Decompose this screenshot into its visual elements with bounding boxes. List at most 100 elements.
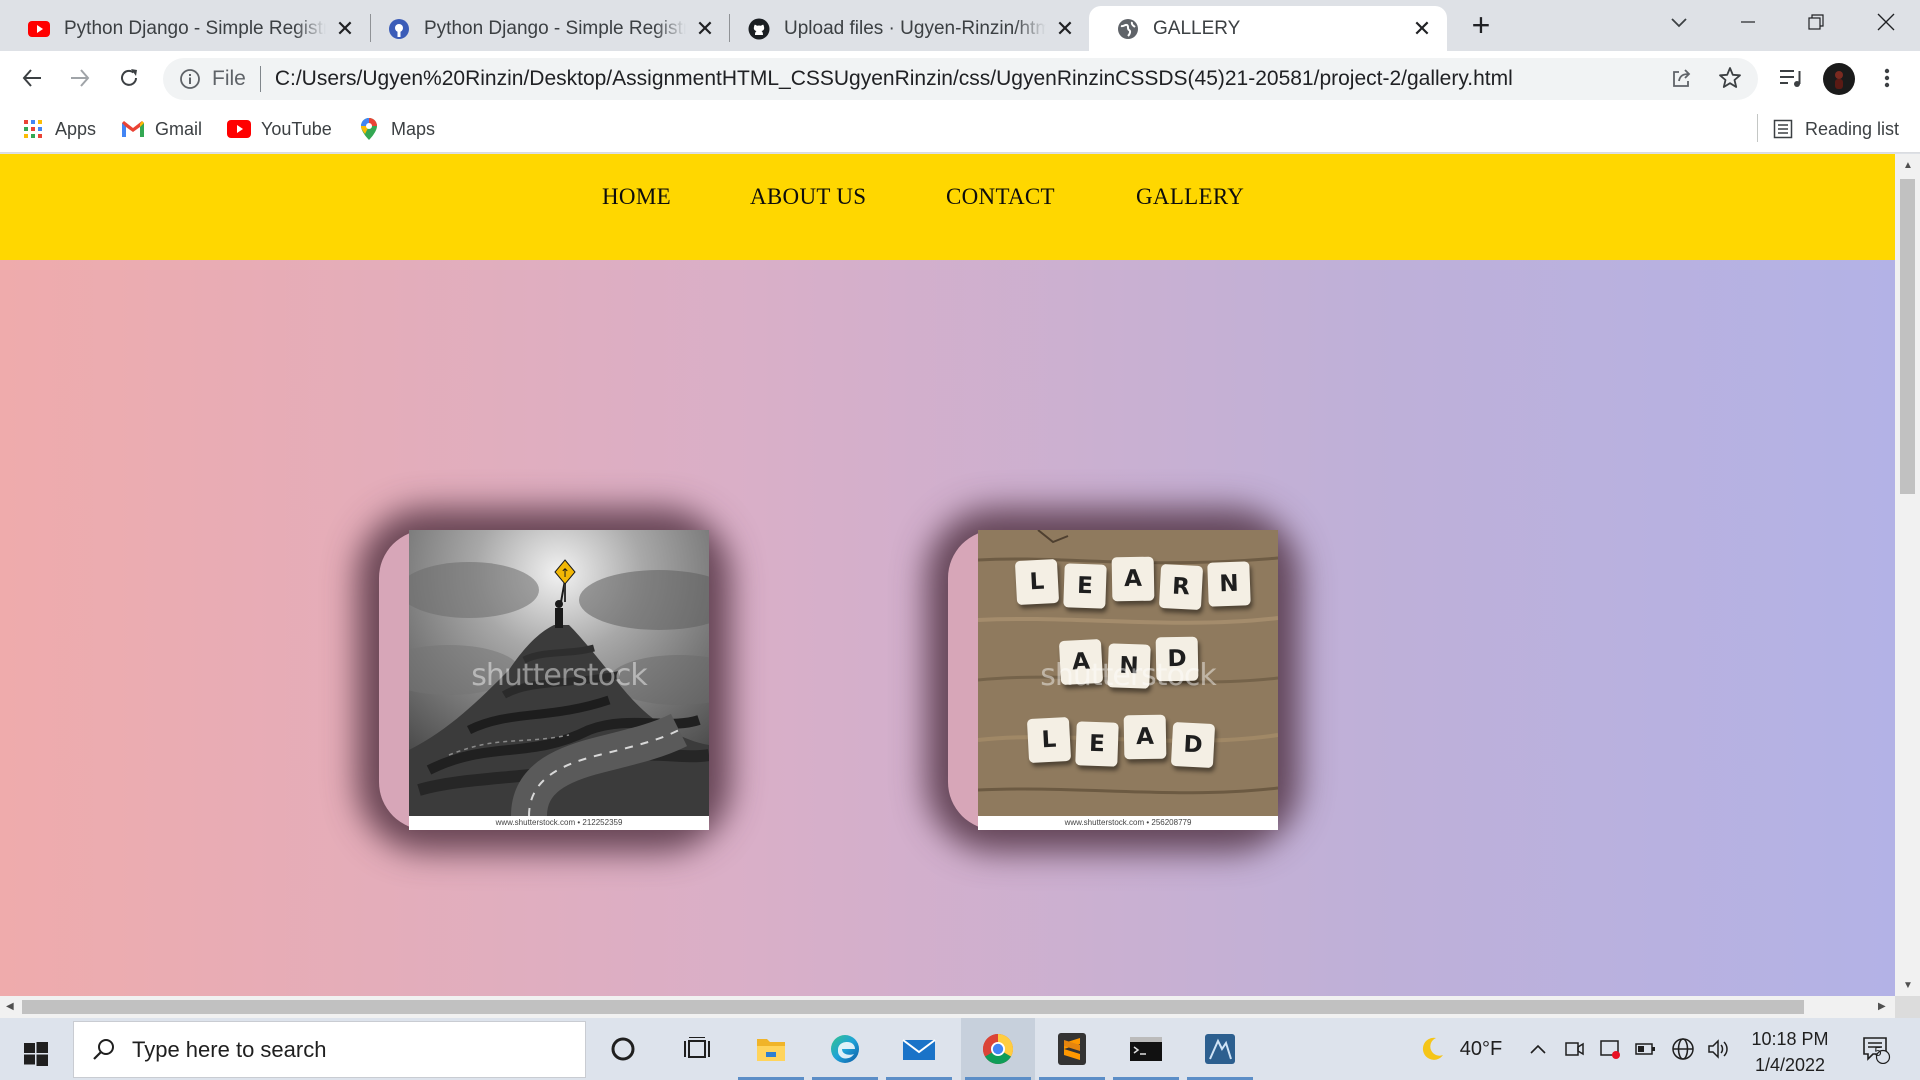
meet-now-icon[interactable]: [1560, 1018, 1588, 1080]
weather-temp[interactable]: 40°F: [1452, 1018, 1510, 1080]
notification-center-icon[interactable]: 5: [1856, 1018, 1896, 1080]
bookmark-gmail[interactable]: Gmail: [121, 115, 202, 143]
image-caption: www.shutterstock.com • 212252359: [409, 816, 709, 830]
bookmark-star-icon[interactable]: [1715, 63, 1745, 93]
watermark-text: shutterstock: [471, 658, 648, 693]
more-menu-icon[interactable]: [1872, 63, 1902, 93]
address-url[interactable]: C:/Users/Ugyen%20Rinzin/Desktop/Assignme…: [275, 67, 1513, 91]
close-tab-icon[interactable]: ✕: [694, 16, 716, 41]
media-controls-icon[interactable]: [1775, 63, 1805, 93]
letter-tile: A: [1111, 556, 1155, 602]
tab-title: Python Django - Simple Registrat: [64, 17, 326, 39]
nav-contact-link[interactable]: CONTACT: [946, 184, 1055, 210]
bookmarks-bar: Apps Gmail YouTube Maps Reading list: [0, 105, 1920, 153]
close-tab-icon[interactable]: ✕: [1054, 16, 1076, 41]
scroll-right-arrow-icon[interactable]: ▶: [1878, 1001, 1886, 1012]
github-icon: [748, 18, 770, 40]
taskbar-clock[interactable]: 10:18 PM 1/4/2022: [1735, 1026, 1845, 1078]
profile-avatar[interactable]: [1823, 63, 1855, 95]
watermark-text: shutterstock: [1040, 658, 1217, 693]
image-caption: www.shutterstock.com • 256208779: [978, 816, 1278, 830]
reading-list-label: Reading list: [1805, 118, 1900, 139]
volume-icon[interactable]: [1704, 1018, 1734, 1080]
apps-grid-icon: [21, 117, 45, 141]
nav-about-link[interactable]: ABOUT US: [750, 184, 866, 210]
bookmark-label: YouTube: [261, 118, 332, 139]
taskbar-search-box[interactable]: Type here to search: [73, 1021, 586, 1078]
terminal-icon[interactable]: [1109, 1018, 1183, 1080]
scrollbar-corner: [1895, 996, 1920, 1018]
gallery-image-2[interactable]: LEARNANDLEAD shutterstock www.shuttersto…: [978, 530, 1278, 830]
site-navbar: HOME ABOUT US CONTACT GALLERY: [0, 154, 1895, 260]
vertical-scrollbar[interactable]: ▲ ▼: [1895, 154, 1920, 996]
letter-tile: N: [1207, 561, 1251, 607]
letter-tile: R: [1158, 563, 1204, 611]
gallery-image-1[interactable]: ↑ shutterstock www.shutterstock.com • 21…: [409, 530, 709, 830]
bookmark-label: Maps: [391, 118, 436, 139]
address-divider: [259, 66, 261, 92]
close-window-button[interactable]: [1864, 6, 1908, 38]
new-tab-button[interactable]: +: [1465, 9, 1497, 42]
share-icon[interactable]: [1667, 63, 1697, 93]
back-button[interactable]: [15, 61, 49, 95]
gmail-icon: [121, 117, 145, 141]
task-view-icon[interactable]: [660, 1018, 734, 1080]
close-tab-icon[interactable]: ✕: [334, 16, 356, 41]
tab-2[interactable]: Python Django - Simple Registrat ✕: [360, 6, 730, 51]
bookmark-apps[interactable]: Apps: [21, 115, 96, 143]
tab-title: GALLERY: [1153, 17, 1241, 39]
notification-count-badge: 5: [1874, 1044, 1882, 1059]
language-globe-icon[interactable]: [1668, 1018, 1698, 1080]
tab-3[interactable]: Upload files · Ugyen-Rinzin/html_ ✕: [720, 6, 1090, 51]
windows-taskbar: Type here to search 40°F 10:18 PM 1/4/20…: [0, 1018, 1920, 1080]
chevron-up-icon[interactable]: [1524, 1018, 1552, 1080]
reload-button[interactable]: [112, 61, 146, 95]
mail-icon[interactable]: [882, 1018, 956, 1080]
cortana-icon[interactable]: [586, 1018, 660, 1080]
youtube-icon: [227, 117, 251, 141]
scroll-up-arrow-icon[interactable]: ▲: [1903, 160, 1913, 171]
sublime-text-icon[interactable]: [1035, 1018, 1109, 1080]
close-tab-icon[interactable]: ✕: [1411, 16, 1433, 41]
maps-pin-icon: [357, 117, 381, 141]
letter-tile: E: [1075, 721, 1119, 767]
reading-list-button[interactable]: Reading list: [1771, 115, 1899, 143]
chrome-icon[interactable]: [961, 1018, 1035, 1080]
edge-icon[interactable]: [808, 1018, 882, 1080]
scroll-down-arrow-icon[interactable]: ▼: [1903, 980, 1913, 991]
letter-tile: E: [1063, 563, 1107, 609]
app-icon[interactable]: [1183, 1018, 1257, 1080]
nav-home-link[interactable]: HOME: [602, 184, 671, 210]
gallery-card-1[interactable]: ↑ shutterstock www.shutterstock.com • 21…: [379, 530, 709, 830]
horizontal-scrollbar[interactable]: ◀ ▶: [0, 996, 1895, 1018]
gallery-card-2[interactable]: LEARNANDLEAD shutterstock www.shuttersto…: [948, 530, 1278, 830]
address-bar[interactable]: File C:/Users/Ugyen%20Rinzin/Desktop/Ass…: [163, 58, 1758, 100]
bookmarks-separator: [1757, 114, 1758, 142]
bookmark-label: Gmail: [155, 118, 203, 139]
tab-title: Python Django - Simple Registrat: [424, 17, 686, 39]
horizontal-scroll-thumb[interactable]: [22, 1000, 1804, 1014]
bookmark-youtube[interactable]: YouTube: [227, 115, 332, 143]
info-icon[interactable]: [179, 68, 201, 90]
letter-tile: A: [1123, 714, 1167, 760]
nav-gallery-link[interactable]: GALLERY: [1136, 184, 1244, 210]
search-placeholder: Type here to search: [132, 1036, 327, 1062]
tab-4-active[interactable]: GALLERY ✕: [1089, 6, 1447, 51]
battery-network-icon[interactable]: [1632, 1018, 1660, 1080]
scroll-left-arrow-icon[interactable]: ◀: [6, 1001, 14, 1012]
file-scheme-label: File: [212, 67, 246, 90]
security-alert-icon[interactable]: [1596, 1018, 1624, 1080]
forward-button[interactable]: [63, 61, 97, 95]
tab-1[interactable]: Python Django - Simple Registrat ✕: [0, 6, 370, 51]
clock-time: 10:18 PM: [1751, 1029, 1829, 1049]
vertical-scroll-thumb[interactable]: [1900, 179, 1915, 494]
restore-button[interactable]: [1794, 6, 1838, 38]
moon-icon[interactable]: [1413, 1018, 1451, 1080]
tab-search-chevron-icon[interactable]: [1657, 6, 1701, 38]
bookmark-maps[interactable]: Maps: [357, 115, 435, 143]
file-explorer-icon[interactable]: [734, 1018, 808, 1080]
page-viewport: HOME ABOUT US CONTACT GALLERY ↑ shutters…: [0, 154, 1895, 996]
globe-icon: [1117, 18, 1139, 40]
start-windows-icon[interactable]: [14, 1032, 58, 1076]
minimize-button[interactable]: [1726, 6, 1770, 38]
